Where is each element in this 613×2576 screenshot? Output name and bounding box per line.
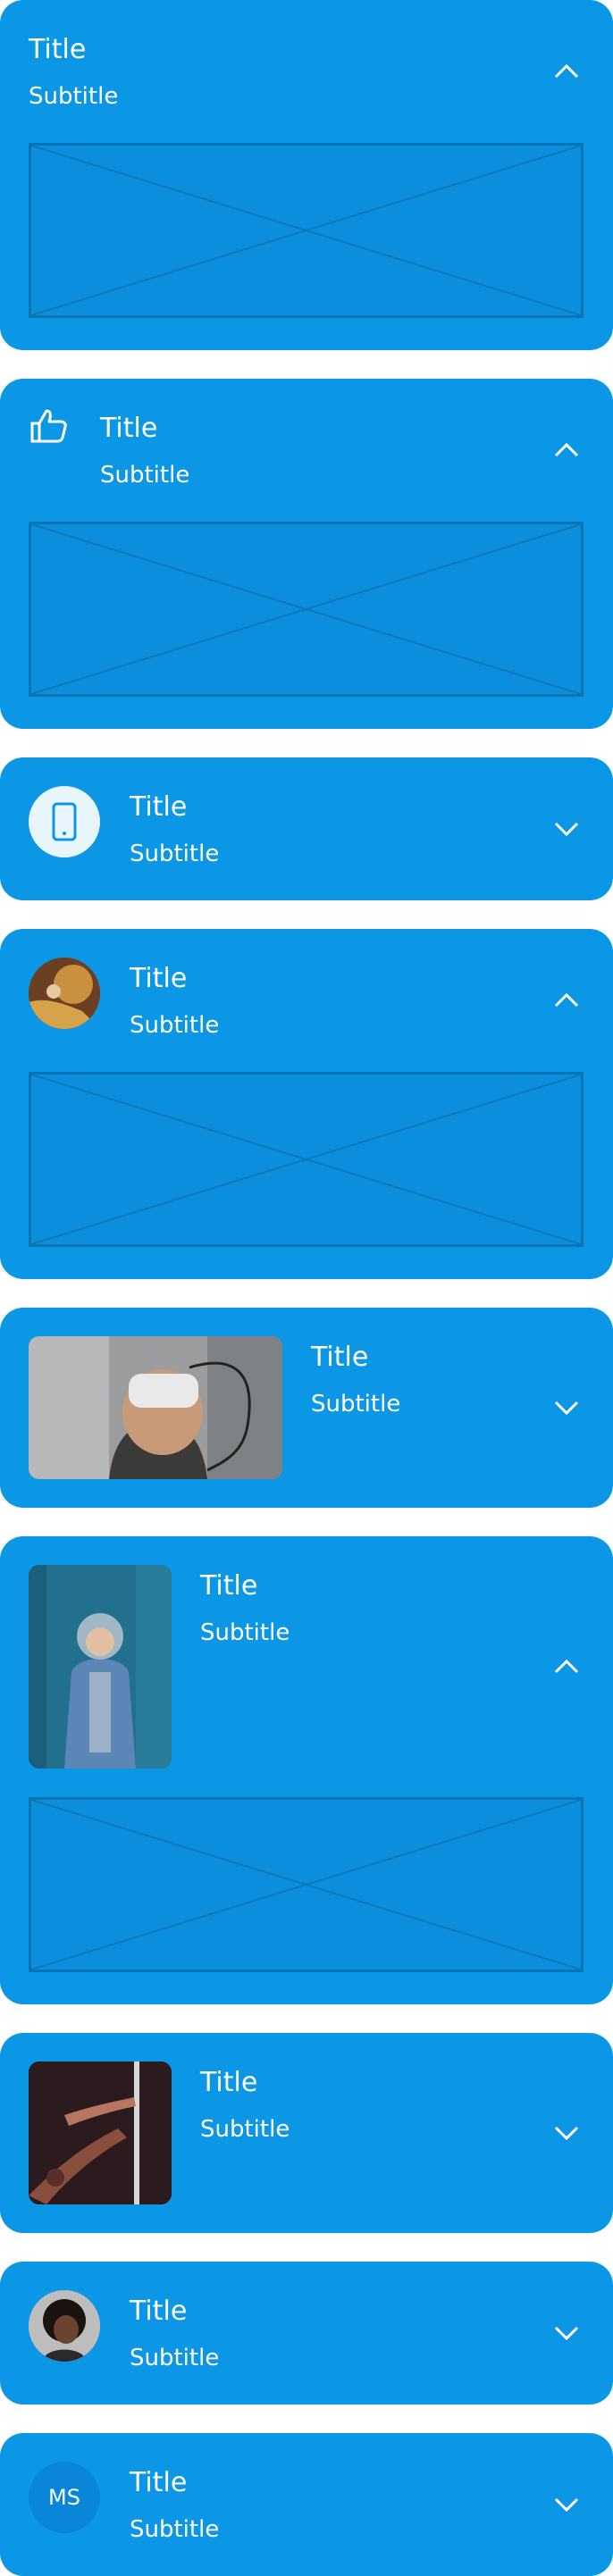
chevron-down-icon[interactable] — [549, 2315, 584, 2351]
card-title: Title — [200, 2067, 258, 2098]
card-subtitle: Subtitle — [130, 1012, 220, 1039]
card-8: Title Subtitle — [0, 2262, 613, 2405]
image-placeholder — [29, 1797, 584, 1972]
card-subtitle: Subtitle — [200, 1619, 290, 1646]
phone-icon — [52, 802, 77, 841]
chevron-up-icon[interactable] — [549, 1649, 584, 1685]
card-9: MS Title Subtitle — [0, 2433, 613, 2576]
card-title: Title — [130, 2467, 188, 2498]
card-title: Title — [100, 413, 158, 444]
chevron-up-icon[interactable] — [549, 432, 584, 468]
card-2: Title Subtitle — [0, 379, 613, 729]
avatar — [29, 786, 100, 857]
hands-photo — [29, 2062, 172, 2204]
chevron-down-icon[interactable] — [549, 2115, 584, 2151]
chevron-down-icon[interactable] — [549, 1390, 584, 1426]
chevron-up-icon[interactable] — [549, 54, 584, 89]
card-title: Title — [130, 791, 188, 823]
card-subtitle: Subtitle — [311, 1391, 401, 1418]
initials-avatar: MS — [29, 2462, 100, 2533]
card-subtitle: Subtitle — [29, 83, 119, 110]
image-placeholder — [29, 143, 584, 318]
chevron-up-icon[interactable] — [549, 983, 584, 1018]
card-title: Title — [130, 963, 188, 994]
card-1: Title Subtitle — [0, 0, 613, 350]
card-7: Title Subtitle — [0, 2033, 613, 2233]
card-title: Title — [200, 1570, 258, 1602]
card-3: Title Subtitle — [0, 757, 613, 900]
card-subtitle: Subtitle — [130, 2516, 220, 2543]
card-5: Title Subtitle — [0, 1308, 613, 1508]
card-subtitle: Subtitle — [100, 462, 190, 489]
avatar — [29, 2290, 100, 2362]
card-title: Title — [130, 2296, 188, 2327]
image-placeholder — [29, 1072, 584, 1247]
avatar — [29, 958, 100, 1029]
card-subtitle: Subtitle — [130, 841, 220, 867]
image-placeholder — [29, 522, 584, 697]
chevron-down-icon[interactable] — [549, 811, 584, 847]
vr-headset-photo — [29, 1336, 282, 1479]
card-title: Title — [311, 1342, 369, 1373]
avatar-initials: MS — [48, 2485, 80, 2510]
card-4: Title Subtitle — [0, 929, 613, 1279]
card-subtitle: Subtitle — [130, 2345, 220, 2371]
chevron-down-icon[interactable] — [549, 2487, 584, 2522]
person-hoodie-photo — [29, 1565, 172, 1769]
card-6: Title Subtitle — [0, 1536, 613, 2004]
thumbs-up-icon — [29, 406, 70, 447]
card-subtitle: Subtitle — [200, 2116, 290, 2143]
card-title: Title — [29, 34, 87, 65]
